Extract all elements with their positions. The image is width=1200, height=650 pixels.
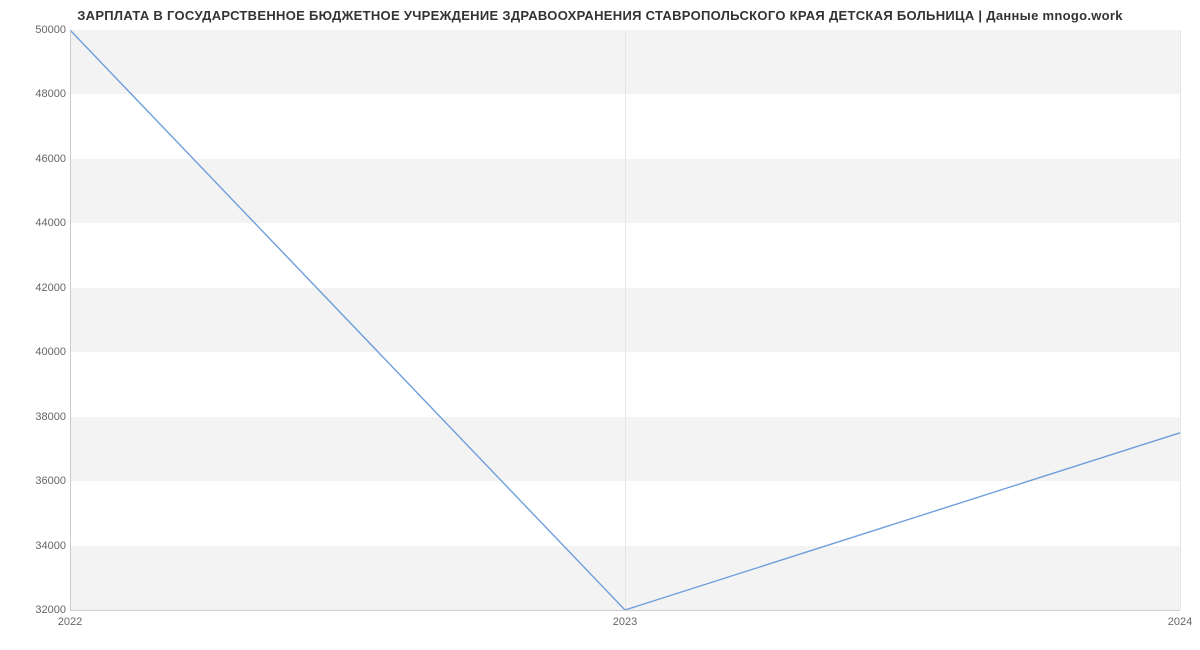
series-line: [70, 30, 1180, 610]
y-tick-label: 38000: [35, 411, 66, 423]
plot-area: [70, 30, 1180, 610]
y-tick-label: 44000: [35, 217, 66, 229]
line-layer: [70, 30, 1180, 610]
y-axis-line: [70, 30, 71, 610]
x-tick-label: 2024: [1168, 616, 1192, 628]
y-tick-label: 32000: [35, 604, 66, 616]
y-tick-label: 40000: [35, 346, 66, 358]
y-tick-label: 36000: [35, 475, 66, 487]
y-tick-label: 42000: [35, 282, 66, 294]
x-tick-label: 2022: [58, 616, 82, 628]
x-tick-label: 2023: [613, 616, 637, 628]
chart-title: ЗАРПЛАТА В ГОСУДАРСТВЕННОЕ БЮДЖЕТНОЕ УЧР…: [0, 8, 1200, 23]
y-tick-label: 46000: [35, 153, 66, 165]
y-tick-label: 48000: [35, 88, 66, 100]
x-axis-line: [70, 610, 1180, 611]
gridline-vertical: [1180, 30, 1181, 610]
y-tick-label: 34000: [35, 540, 66, 552]
y-tick-label: 50000: [35, 24, 66, 36]
